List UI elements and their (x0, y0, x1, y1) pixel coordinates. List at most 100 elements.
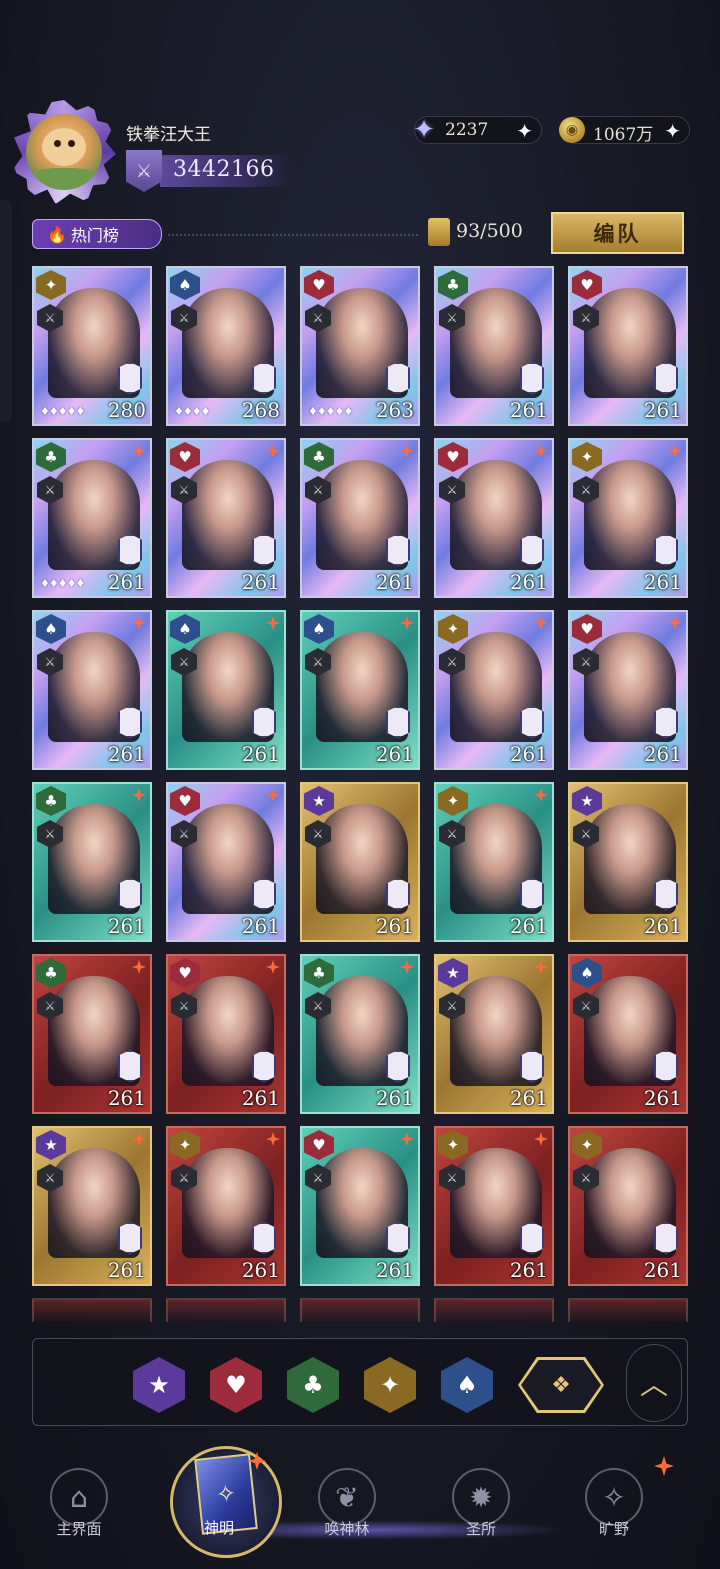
nav-summon[interactable]: ❦ 唤神林 (318, 1468, 376, 1539)
card-level: 268 (241, 398, 280, 422)
diamond-suit-icon: ✦ (438, 1130, 468, 1160)
spade-suit-icon: ♠ (572, 958, 602, 988)
tier-shield-icon (252, 1050, 276, 1082)
hamster-avatar-icon (26, 114, 102, 190)
god-card[interactable]: ♣ ⚔ ♦♦♦♦♦ 261 (32, 438, 152, 598)
god-card[interactable]: ♠ ⚔ 261 (300, 610, 420, 770)
god-card[interactable]: ✦ ⚔ 261 (568, 1126, 688, 1286)
notification-dot (668, 444, 682, 458)
god-card[interactable]: ♥ ⚔ 261 (568, 266, 688, 426)
god-card[interactable]: ✦ ⚔ ♦♦♦♦♦ 280 (32, 266, 152, 426)
hamster-scarf (32, 168, 96, 190)
god-card[interactable]: ✦ ⚔ 261 (434, 782, 554, 942)
god-card[interactable]: ♥ ⚔ ♦♦♦♦♦ 263 (300, 266, 420, 426)
card-level: 261 (241, 914, 280, 938)
god-card[interactable]: ♣ ⚔ 261 (300, 438, 420, 598)
next-row-preview (32, 1298, 688, 1322)
diamond-suit-icon: ✦ (36, 270, 66, 300)
nav-sanctuary-label: 圣所 (465, 1520, 496, 1538)
heart-suit-icon: ♥ (304, 270, 334, 300)
god-card[interactable]: ♣ ⚔ 261 (32, 782, 152, 942)
god-card[interactable]: ♠ ⚔ 261 (568, 954, 688, 1114)
tier-shield-icon (386, 1222, 410, 1254)
god-card[interactable]: ★ ⚔ 261 (300, 782, 420, 942)
card-level: 261 (107, 914, 146, 938)
add-gold-button[interactable]: ✦ (664, 119, 681, 143)
nav-sanctuary[interactable]: ✹ 圣所 (452, 1468, 510, 1539)
nav-wilds[interactable]: ✧ 旷野 (585, 1468, 643, 1539)
collapse-chevron-icon[interactable]: ︿ (626, 1344, 682, 1422)
god-card[interactable]: ♠ ⚔ 261 (32, 610, 152, 770)
hot-ranking-button[interactable]: 🔥 热门榜 (32, 219, 162, 249)
club-suit-icon: ♣ (36, 958, 66, 988)
god-card[interactable]: ✦ ⚔ 261 (568, 438, 688, 598)
gold-coin-icon: ◉ (559, 117, 585, 143)
god-card[interactable]: ★ ⚔ 261 (568, 782, 688, 942)
notification-dot (668, 616, 682, 630)
heart-suit-icon: ♥ (170, 786, 200, 816)
god-card[interactable]: ♠ ⚔ ♦♦♦♦ 268 (166, 266, 286, 426)
heart-suit-icon: ♥ (170, 958, 200, 988)
card-level: 261 (643, 1258, 682, 1282)
card-peek (300, 1298, 420, 1322)
notification-dot (534, 960, 548, 974)
notification-dot (534, 1132, 548, 1146)
god-card[interactable]: ✦ ⚔ 261 (434, 1126, 554, 1286)
notification-dot (132, 1132, 146, 1146)
card-level: 261 (643, 398, 682, 422)
tier-shield-icon (252, 534, 276, 566)
tier-shield-icon (654, 1222, 678, 1254)
card-capacity-icon (428, 218, 450, 246)
god-card[interactable]: ♥ ⚔ 261 (166, 438, 286, 598)
god-card[interactable]: ✦ ⚔ 261 (434, 610, 554, 770)
side-drawer-handle[interactable] (0, 200, 12, 422)
card-level: 261 (241, 570, 280, 594)
tier-shield-icon (654, 706, 678, 738)
tier-shield-icon (654, 1050, 678, 1082)
tier-shield-icon (252, 362, 276, 394)
notification-dot (534, 788, 548, 802)
card-level: 261 (375, 570, 414, 594)
god-card[interactable]: ♥ ⚔ 261 (434, 438, 554, 598)
god-card[interactable]: ♣ ⚔ 261 (434, 266, 554, 426)
tier-shield-icon (654, 534, 678, 566)
god-card[interactable]: ♠ ⚔ 261 (166, 610, 286, 770)
god-card[interactable]: ♣ ⚔ 261 (300, 954, 420, 1114)
team-formation-button[interactable]: 编队 (551, 212, 684, 254)
tier-shield-icon (118, 706, 142, 738)
diamond-suit-icon: ✦ (170, 1130, 200, 1160)
notification-dot (266, 616, 280, 630)
nav-main[interactable]: ⌂ 主界面 (50, 1468, 108, 1539)
tier-shield-icon (654, 362, 678, 394)
god-card[interactable]: ♥ ⚔ 261 (568, 610, 688, 770)
star-suit-icon: ★ (304, 786, 334, 816)
tier-shield-icon (252, 706, 276, 738)
star-rank: ♦♦♦♦♦ (308, 405, 353, 418)
card-level: 261 (375, 1258, 414, 1282)
god-card[interactable]: ♥ ⚔ 261 (300, 1126, 420, 1286)
spade-suit-icon: ♠ (36, 614, 66, 644)
power-value: 3442166 (173, 157, 275, 182)
card-level: 261 (107, 1258, 146, 1282)
tier-shield-icon (520, 878, 544, 910)
god-card[interactable]: ♣ ⚔ 261 (32, 954, 152, 1114)
notification-dot (534, 444, 548, 458)
player-avatar[interactable] (12, 100, 116, 204)
add-star-gem-button[interactable]: ✦ (516, 119, 533, 143)
god-card[interactable]: ✦ ⚔ 261 (166, 1126, 286, 1286)
god-card[interactable]: ♥ ⚔ 261 (166, 954, 286, 1114)
card-level: 261 (509, 398, 548, 422)
card-count: 93/500 (456, 220, 523, 242)
card-peek (434, 1298, 554, 1322)
god-card[interactable]: ♥ ⚔ 261 (166, 782, 286, 942)
god-card[interactable]: ★ ⚔ 261 (434, 954, 554, 1114)
star-suit-icon: ★ (36, 1130, 66, 1160)
diamond-suit-icon: ✦ (438, 786, 468, 816)
god-card[interactable]: ★ ⚔ 261 (32, 1126, 152, 1286)
card-level: 280 (107, 398, 146, 422)
tier-shield-icon (520, 1222, 544, 1254)
star-gem-icon: ✦ (413, 115, 435, 145)
nav-summon-label: 唤神林 (324, 1520, 370, 1538)
heart-suit-icon: ♥ (304, 1130, 334, 1160)
tier-shield-icon (386, 362, 410, 394)
